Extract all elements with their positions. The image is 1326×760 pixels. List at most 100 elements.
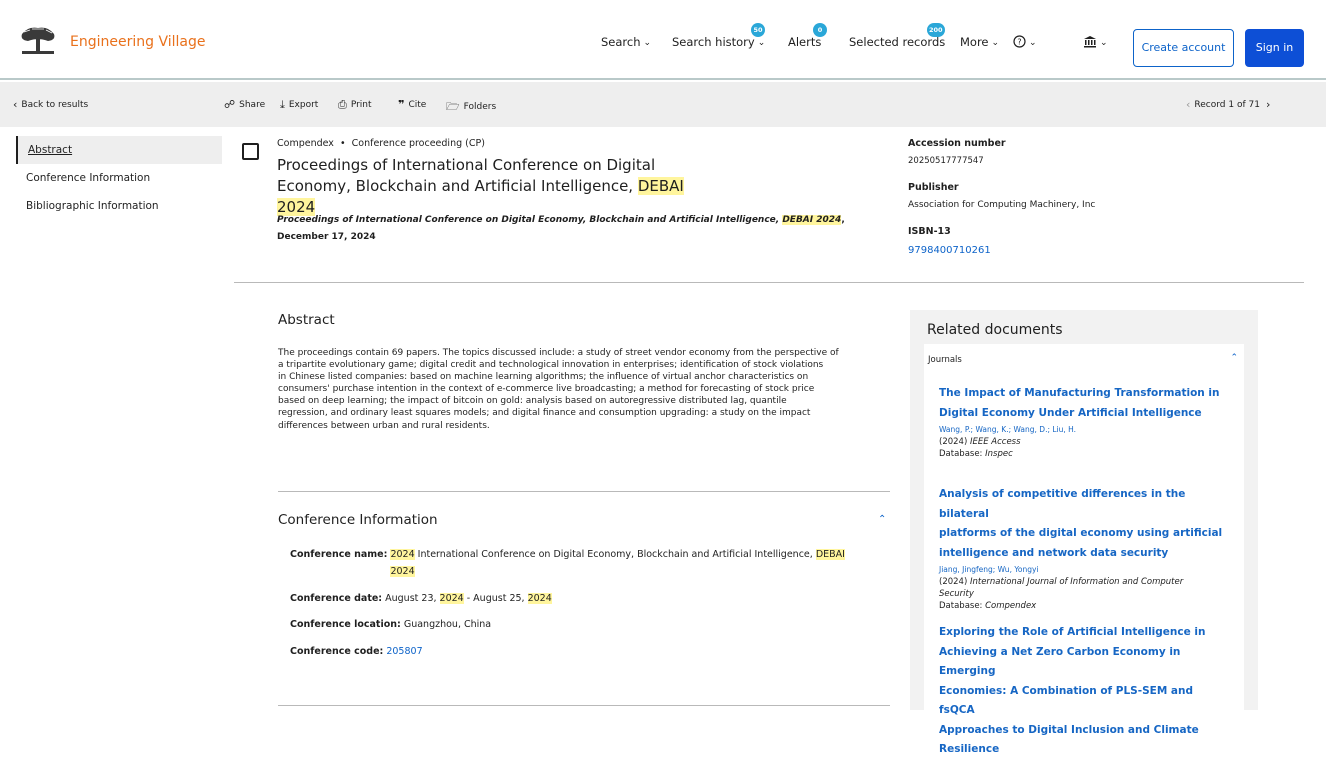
year: (2024) (939, 437, 968, 447)
library-tree-logo[interactable] (18, 24, 58, 56)
year: (2024) (939, 577, 968, 587)
sidenav-item-bibliographic-information[interactable]: Bibliographic Information (16, 192, 222, 220)
help-menu[interactable]: ? ⌄ (1013, 35, 1037, 49)
date-highlight: 2024 (527, 593, 552, 604)
conference-code-label: Conference code: (290, 646, 384, 657)
record-pager: ‹ Record 1 of 71 › (1186, 98, 1274, 111)
related-document-database: Database: Compendex (939, 600, 1231, 612)
chevron-down-icon: ⌄ (991, 38, 1000, 48)
bullet-separator: • (336, 138, 352, 149)
related-documents-panel: Related documents Journals ⌃ The Impact … (910, 310, 1258, 755)
nav-selected-records[interactable]: Selected records (849, 35, 945, 49)
publisher-label: Publisher (908, 182, 959, 193)
back-to-results-link[interactable]: ‹ Back to results (13, 98, 88, 111)
top-navigation-bar: Engineering Village Search ⌄ Search histo… (0, 6, 1326, 80)
isbn-label: ISBN-13 (908, 226, 951, 237)
chevron-up-icon[interactable]: ⌃ (1230, 353, 1238, 363)
selected-records-badge: 200 (927, 23, 945, 37)
conference-code-link[interactable]: 205807 (386, 646, 422, 657)
isbn-label-text: ISBN-13 (908, 226, 951, 237)
abstract-line: a tripartite evolutionary game; digital … (278, 360, 824, 371)
folders-button[interactable]: 🗁 Folders (446, 98, 496, 117)
accession-label: Accession number (908, 138, 1006, 149)
sign-in-button[interactable]: Sign in (1245, 29, 1304, 67)
conference-date: Conference date: August 23, 2024 - Augus… (290, 590, 552, 607)
chevron-down-icon: ⌄ (643, 38, 652, 48)
nav-search[interactable]: Search ⌄ (601, 35, 651, 49)
chevron-left-icon: ‹ (13, 98, 18, 111)
cite-button[interactable]: ❞ Cite (398, 98, 426, 111)
share-icon: ☍ (224, 98, 236, 111)
select-record-checkbox[interactable] (242, 143, 259, 160)
export-button[interactable]: ⤓ Export (280, 98, 318, 112)
share-button[interactable]: ☍ Share (224, 98, 265, 111)
isbn-link[interactable]: 9798400710261 (908, 245, 991, 256)
title-highlight: DEBAI (637, 177, 684, 195)
title-line: Analysis of competitive differences in t… (939, 488, 1186, 520)
related-document-title[interactable]: Analysis of competitive differences in t… (939, 485, 1231, 563)
chevron-down-icon: ⌄ (757, 38, 766, 48)
conference-name: Conference name: 2024 International Conf… (290, 546, 880, 580)
title-line: platforms of the digital economy using a… (939, 527, 1223, 539)
abstract-line: differences between urban and rural resi… (278, 420, 490, 431)
chevron-up-icon[interactable]: ⌃ (878, 514, 886, 525)
sidenav-item-abstract[interactable]: Abstract (16, 136, 222, 164)
help-icon: ? (1013, 35, 1026, 48)
record-title: Proceedings of International Conference … (277, 155, 707, 218)
title-line: The Impact of Manufacturing Transformati… (939, 387, 1220, 399)
institution-menu[interactable]: ⌄ (1083, 35, 1108, 49)
source-title: Proceedings of International Conference … (277, 215, 783, 225)
abstract-line: The proceedings contain 69 papers. The t… (278, 348, 839, 358)
export-icon: ⤓ (280, 98, 285, 111)
share-label: Share (239, 100, 266, 110)
journal: International Journal of Information and… (969, 577, 1184, 587)
related-document-authors[interactable]: Wang, P.; Wang, K.; Wang, D.; Liu, H. (939, 424, 1231, 436)
record-meta: Compendex • Conference proceeding (CP) (277, 138, 485, 149)
journal: Security (939, 589, 974, 599)
create-account-button[interactable]: Create account (1133, 29, 1234, 67)
related-documents-list: Journals ⌃ The Impact of Manufacturing T… (924, 344, 1244, 755)
sidenav-item-conference-information[interactable]: Conference Information (16, 164, 222, 192)
title-line: Achieving a Net Zero Carbon Economy in E… (939, 645, 1181, 678)
nav-more[interactable]: More ⌄ (960, 35, 999, 49)
nav-search-history[interactable]: Search history ⌄ (672, 35, 765, 49)
conference-info-heading: Conference Information (278, 512, 438, 528)
related-document-title[interactable]: The Impact of Manufacturing Transformati… (939, 384, 1231, 423)
abstract-text: The proceedings contain 69 papers. The t… (278, 347, 890, 432)
accession-value: 20250517777547 (908, 156, 984, 166)
brand-name[interactable]: Engineering Village (70, 34, 205, 50)
database-label: Compendex (277, 138, 334, 149)
nav-search-history-label: Search history (672, 35, 755, 49)
conference-location: Conference location: Guangzhou, China (290, 616, 491, 633)
title-line: Economies: A Combination of PLS-SEM and … (939, 684, 1194, 717)
publisher-value: Association for Computing Machinery, Inc (908, 200, 1096, 210)
back-to-results-label: Back to results (21, 100, 89, 110)
nav-search-label: Search (601, 35, 641, 49)
nav-alerts[interactable]: Alerts (788, 35, 821, 49)
related-document-title[interactable]: Exploring the Role of Artificial Intelli… (939, 623, 1231, 760)
conference-name-label: Conference name: (290, 549, 388, 560)
export-label: Export (288, 100, 319, 110)
section-divider (278, 491, 890, 492)
title-line: Resilience (939, 743, 1000, 755)
date-text: August 23, (382, 593, 440, 604)
record-source: Proceedings of International Conference … (277, 212, 889, 246)
related-document: Analysis of competitive differences in t… (939, 485, 1231, 612)
abstract-line: based on deep learning; the impact of bi… (278, 396, 787, 407)
chevron-right-icon[interactable]: › (1266, 98, 1270, 111)
related-document-source: (2024) IEEE Access (939, 436, 1231, 448)
chevron-down-icon: ⌄ (1029, 38, 1037, 48)
section-divider (278, 705, 890, 706)
chevron-left-icon[interactable]: ‹ (1186, 98, 1190, 111)
related-document-authors[interactable]: Jiang, Jingfeng; Wu, Yongyi (939, 564, 1231, 576)
title-line: intelligence and network data security (939, 546, 1169, 559)
print-icon: ⎙ (338, 98, 347, 111)
journal: IEEE Access (969, 437, 1021, 447)
print-button[interactable]: ⎙ Print (338, 98, 372, 112)
doc-type-label: Conference proceeding (CP) (351, 138, 485, 149)
abstract-line: consumers' purchase intention in the con… (278, 384, 815, 395)
abstract-heading: Abstract (278, 312, 335, 328)
database-label: Database: (939, 449, 983, 459)
cite-icon: ❞ (398, 98, 405, 111)
title-line: Digital Economy Under Artificial Intelli… (939, 406, 1202, 419)
